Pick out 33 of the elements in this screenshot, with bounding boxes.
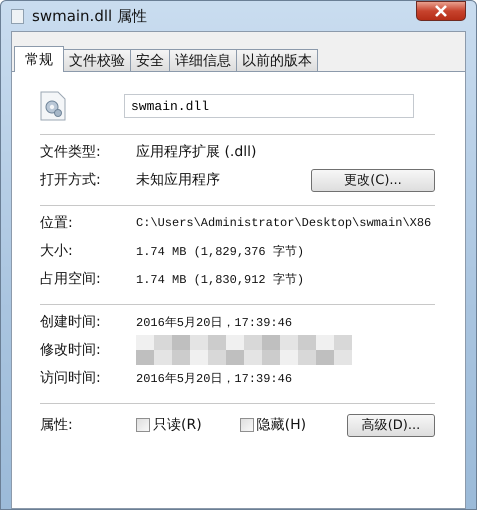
tab[interactable]: 安全 (130, 49, 170, 71)
field-label: 位置: (40, 214, 74, 232)
field-label: 属性: (40, 416, 74, 434)
gear-file-icon (40, 91, 66, 121)
field-value: 未知应用程序 (136, 171, 220, 189)
tab[interactable]: 详细信息 (169, 49, 237, 71)
window-title: swmain.dll 属性 (32, 6, 148, 26)
field-label: 访问时间: (40, 369, 102, 387)
tab[interactable]: 文件校验 (63, 49, 131, 71)
close-button[interactable] (416, 1, 466, 21)
checkbox[interactable] (136, 418, 150, 432)
tab[interactable]: 常规 (14, 46, 64, 72)
checkbox[interactable] (240, 418, 254, 432)
close-icon (434, 5, 448, 17)
field-value: 1.74 MB (1,830,912 字节) (136, 272, 304, 288)
checkbox-label: 隐藏(H) (256, 416, 306, 434)
file-icon (11, 8, 24, 24)
field-value: 1.74 MB (1,829,376 字节) (136, 244, 304, 260)
field-value: 2016年5月20日，17:39:46 (136, 314, 292, 330)
field-value: 应用程序扩展 (.dll) (136, 143, 256, 161)
field-label: 文件类型: (40, 143, 102, 161)
file-name-field[interactable]: swmain.dll (124, 94, 414, 118)
field-label: 打开方式: (40, 171, 102, 189)
field-label: 大小: (40, 242, 74, 260)
change-button[interactable]: 更改(C)... (311, 168, 435, 192)
field-value: C:\Users\Administrator\Desktop\swmain\X86 (136, 216, 432, 230)
field-label: 修改时间: (40, 341, 102, 359)
field-label: 占用空间: (40, 270, 102, 288)
checkbox-label: 只读(R) (153, 416, 202, 434)
advanced-button[interactable]: 高级(D)... (347, 414, 435, 436)
field-value: 2016年5月20日，17:39:46 (136, 370, 292, 386)
tab[interactable]: 以前的版本 (236, 49, 318, 71)
field-label: 创建时间: (40, 313, 102, 331)
